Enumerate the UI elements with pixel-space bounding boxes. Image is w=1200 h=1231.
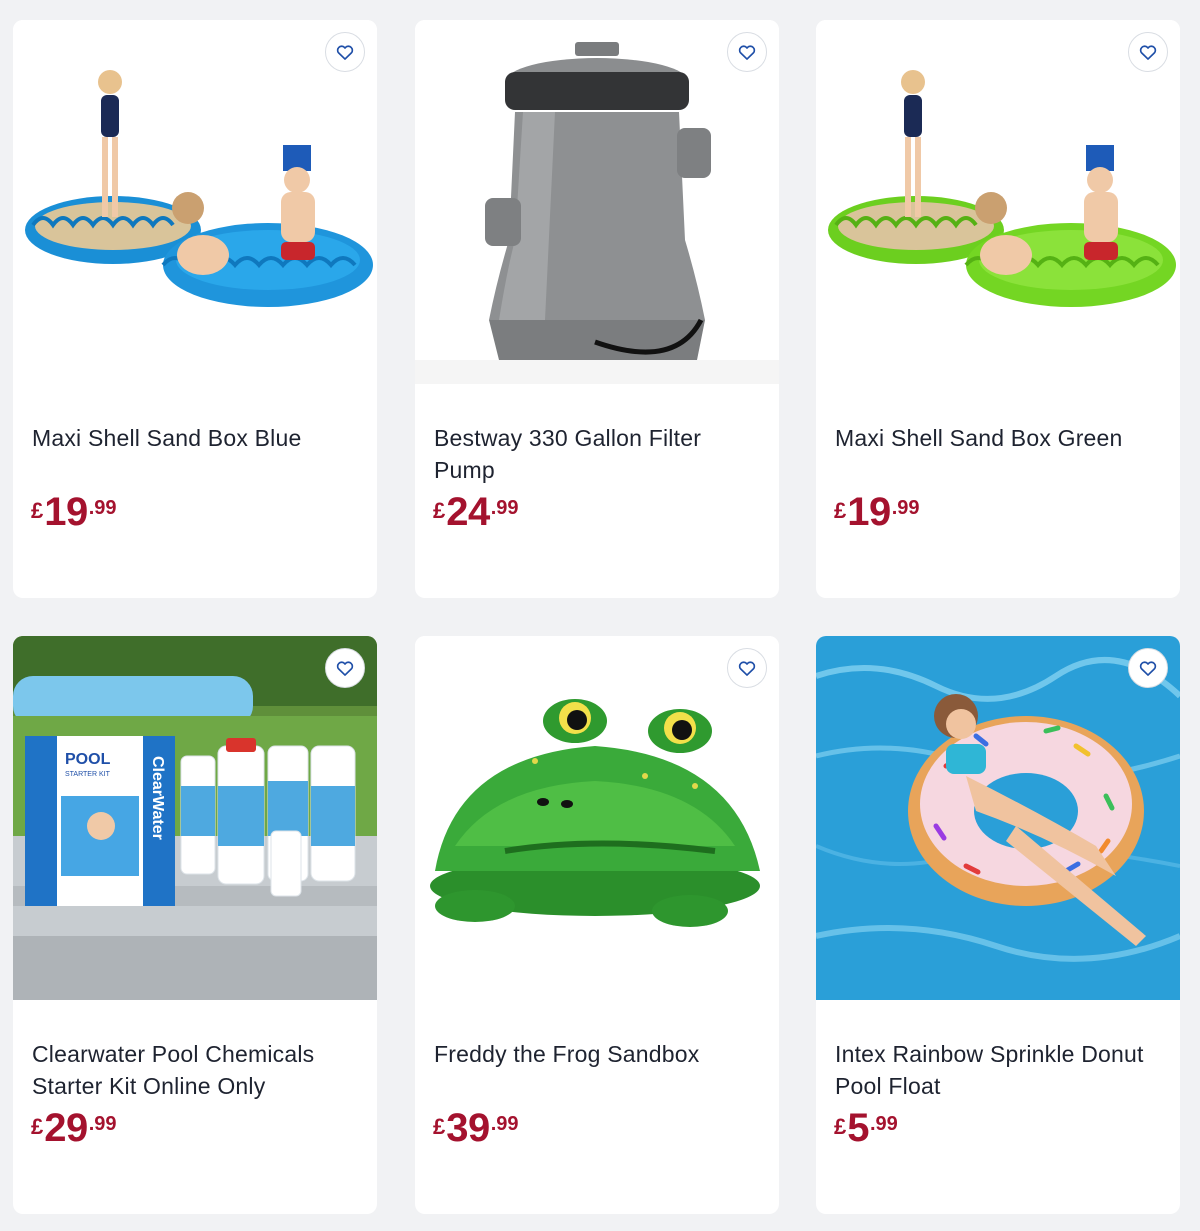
product-grid: Maxi Shell Sand Box Blue £ 19 .99 Bestwa… <box>0 0 1200 1231</box>
price-currency: £ <box>433 498 446 523</box>
product-price: £ 39 .99 <box>433 1108 519 1148</box>
product-title[interactable]: Maxi Shell Sand Box Green <box>835 422 1165 454</box>
product-title[interactable]: Clearwater Pool Chemicals Starter Kit On… <box>32 1038 362 1102</box>
price-main: 39 <box>446 1106 490 1150</box>
heart-outline-icon <box>336 45 354 60</box>
heart-outline-icon <box>738 45 756 60</box>
svg-text:ClearWater: ClearWater <box>149 756 166 840</box>
product-image[interactable] <box>816 636 1180 1000</box>
price-decimal: .99 <box>490 1113 519 1135</box>
price-currency: £ <box>433 1114 446 1139</box>
product-image[interactable] <box>415 20 779 384</box>
product-image[interactable]: POOL STARTER KIT ClearWater <box>13 636 377 1000</box>
price-currency: £ <box>31 1114 44 1139</box>
heart-outline-icon <box>1139 661 1157 676</box>
product-image[interactable] <box>13 20 377 384</box>
product-price: £ 24 .99 <box>433 492 519 532</box>
product-card[interactable]: POOL STARTER KIT ClearWater Clearwater P… <box>13 636 377 1214</box>
product-title[interactable]: Bestway 330 Gallon Filter Pump <box>434 422 764 486</box>
price-currency: £ <box>31 498 44 523</box>
price-main: 29 <box>44 1106 88 1150</box>
product-price: £ 5 .99 <box>834 1108 898 1148</box>
price-decimal: .99 <box>891 497 920 519</box>
product-card[interactable]: Intex Rainbow Sprinkle Donut Pool Float … <box>816 636 1180 1214</box>
wishlist-button[interactable] <box>727 648 767 688</box>
wishlist-button[interactable] <box>325 648 365 688</box>
product-card[interactable]: Maxi Shell Sand Box Blue £ 19 .99 <box>13 20 377 598</box>
product-title[interactable]: Maxi Shell Sand Box Blue <box>32 422 362 454</box>
product-title[interactable]: Intex Rainbow Sprinkle Donut Pool Float <box>835 1038 1165 1102</box>
price-main: 24 <box>446 490 490 534</box>
price-decimal: .99 <box>88 497 117 519</box>
wishlist-button[interactable] <box>325 32 365 72</box>
price-main: 19 <box>847 490 891 534</box>
svg-text:POOL: POOL <box>65 751 111 768</box>
price-decimal: .99 <box>870 1113 898 1135</box>
wishlist-button[interactable] <box>727 32 767 72</box>
heart-outline-icon <box>1139 45 1157 60</box>
price-decimal: .99 <box>88 1113 117 1135</box>
heart-outline-icon <box>336 661 354 676</box>
price-decimal: .99 <box>490 497 519 519</box>
product-image[interactable] <box>816 20 1180 384</box>
product-card[interactable]: Maxi Shell Sand Box Green £ 19 .99 <box>816 20 1180 598</box>
wishlist-button[interactable] <box>1128 648 1168 688</box>
product-title[interactable]: Freddy the Frog Sandbox <box>434 1038 764 1070</box>
price-main: 19 <box>44 490 88 534</box>
price-currency: £ <box>834 1114 847 1139</box>
wishlist-button[interactable] <box>1128 32 1168 72</box>
product-image[interactable] <box>415 636 779 1000</box>
svg-text:STARTER KIT: STARTER KIT <box>65 771 111 778</box>
product-price: £ 29 .99 <box>31 1108 117 1148</box>
price-currency: £ <box>834 498 847 523</box>
product-card[interactable]: Freddy the Frog Sandbox £ 39 .99 <box>415 636 779 1214</box>
product-price: £ 19 .99 <box>834 492 920 532</box>
product-card[interactable]: Bestway 330 Gallon Filter Pump £ 24 .99 <box>415 20 779 598</box>
price-main: 5 <box>847 1106 869 1150</box>
product-price: £ 19 .99 <box>31 492 117 532</box>
heart-outline-icon <box>738 661 756 676</box>
